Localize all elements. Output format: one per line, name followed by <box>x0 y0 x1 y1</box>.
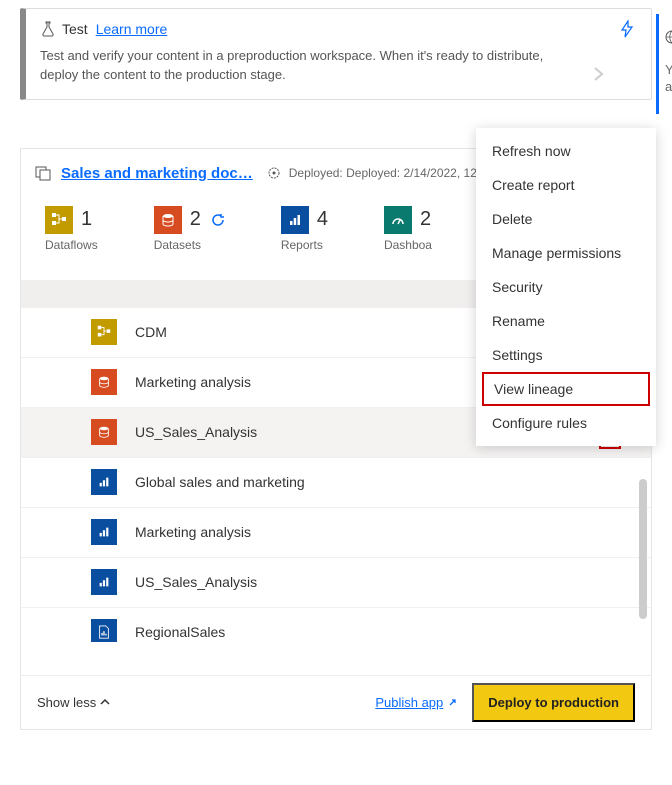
report-doc-icon <box>91 619 117 642</box>
stat-reports-label: Reports <box>281 238 328 252</box>
publish-app-label: Publish app <box>375 695 443 710</box>
menu-item-delete[interactable]: Delete <box>476 202 656 236</box>
flask-icon <box>40 21 56 37</box>
external-link-icon <box>447 697 458 708</box>
dataset-icon <box>91 419 117 445</box>
context-menu: Refresh now Create report Delete Manage … <box>476 128 656 446</box>
globe-icon <box>665 30 672 44</box>
item-name: CDM <box>135 324 167 340</box>
database-icon <box>35 165 53 181</box>
menu-item-security[interactable]: Security <box>476 270 656 304</box>
stat-dashboards: 2 Dashboa <box>384 206 432 252</box>
stat-datasets: 2 Datasets <box>154 206 225 252</box>
item-name: US_Sales_Analysis <box>135 424 257 440</box>
deploy-icon <box>267 166 281 180</box>
chevron-up-icon <box>100 697 110 707</box>
menu-item-view-lineage[interactable]: View lineage <box>482 372 650 406</box>
menu-item-refresh-now[interactable]: Refresh now <box>476 134 656 168</box>
list-item[interactable]: RegionalSales <box>21 608 651 642</box>
test-stage-banner: Test Learn more Test and verify your con… <box>20 8 652 100</box>
stat-dataflows-count: 1 <box>81 208 92 231</box>
stat-reports-count: 4 <box>317 208 328 231</box>
item-name: Marketing analysis <box>135 374 251 390</box>
dashboard-icon <box>384 206 412 234</box>
deployed-timestamp: Deployed: Deployed: 2/14/2022, 12:53:5 <box>289 166 504 180</box>
production-fragment-text-2: ac <box>665 79 672 94</box>
stat-datasets-count: 2 <box>190 208 201 231</box>
stat-dashboards-label: Dashboa <box>384 238 432 252</box>
production-fragment-text-1: Yo <box>665 62 672 77</box>
menu-item-create-report[interactable]: Create report <box>476 168 656 202</box>
stat-reports: 4 Reports <box>281 206 328 252</box>
list-item[interactable]: US_Sales_Analysis <box>21 558 651 608</box>
lightning-icon[interactable] <box>617 19 637 39</box>
refresh-spinner-icon <box>211 213 225 227</box>
dataset-icon <box>91 369 117 395</box>
chevron-right-icon[interactable] <box>592 64 606 84</box>
dataset-icon <box>154 206 182 234</box>
production-stage-fragment: Yo ac <box>656 14 672 114</box>
stat-dataflows-label: Dataflows <box>45 238 98 252</box>
test-stage-description: Test and verify your content in a prepro… <box>40 47 560 85</box>
report-icon <box>91 519 117 545</box>
scrollbar-thumb[interactable] <box>639 479 647 619</box>
item-name: RegionalSales <box>135 624 225 640</box>
report-icon <box>91 469 117 495</box>
show-less-button[interactable]: Show less <box>37 695 110 710</box>
bottom-toolbar: Show less Publish app Deploy to producti… <box>21 675 651 729</box>
test-stage-label: Test <box>62 21 88 37</box>
stat-datasets-label: Datasets <box>154 238 225 252</box>
workspace-name-link[interactable]: Sales and marketing doc… <box>61 165 253 182</box>
list-item[interactable]: Global sales and marketing <box>21 458 651 508</box>
report-icon <box>91 569 117 595</box>
item-name: US_Sales_Analysis <box>135 574 257 590</box>
show-less-label: Show less <box>37 695 96 710</box>
menu-item-configure-rules[interactable]: Configure rules <box>476 406 656 440</box>
menu-item-rename[interactable]: Rename <box>476 304 656 338</box>
publish-app-link[interactable]: Publish app <box>375 695 458 710</box>
menu-item-settings[interactable]: Settings <box>476 338 656 372</box>
item-name: Marketing analysis <box>135 524 251 540</box>
report-icon <box>281 206 309 234</box>
menu-item-manage-permissions[interactable]: Manage permissions <box>476 236 656 270</box>
learn-more-link[interactable]: Learn more <box>96 21 168 37</box>
item-name: Global sales and marketing <box>135 474 305 490</box>
dataflow-icon <box>45 206 73 234</box>
stat-dataflows: 1 Dataflows <box>45 206 98 252</box>
dataflow-icon <box>91 319 117 345</box>
list-item[interactable]: Marketing analysis <box>21 508 651 558</box>
deploy-to-production-button[interactable]: Deploy to production <box>472 683 635 722</box>
stat-dashboards-count: 2 <box>420 208 431 231</box>
